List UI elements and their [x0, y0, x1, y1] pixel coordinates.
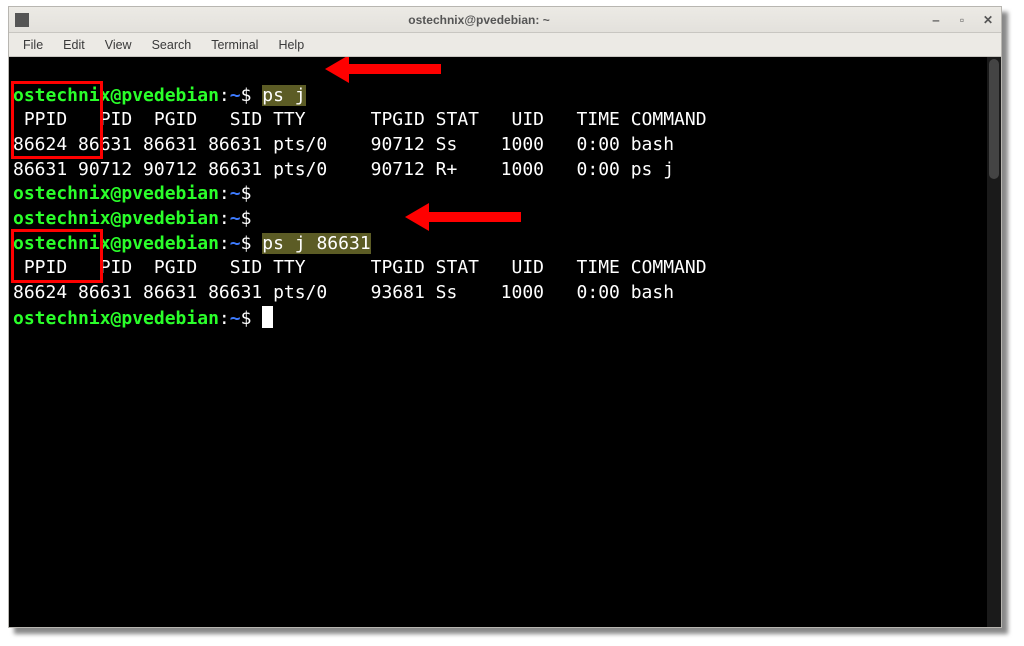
command-ps-j: ps j: [262, 85, 305, 106]
prompt-path: ~: [230, 183, 241, 204]
prompt-dollar: $: [241, 233, 252, 254]
menu-help[interactable]: Help: [268, 36, 314, 54]
close-button[interactable]: ✕: [975, 10, 1001, 30]
prompt-dollar: $: [241, 183, 252, 204]
scrollbar-thumb[interactable]: [989, 59, 999, 179]
menubar: File Edit View Search Terminal Help: [9, 33, 1001, 57]
command-ps-j-pid: ps j 86631: [262, 233, 370, 254]
prompt-dollar: $: [241, 308, 252, 329]
annotation-arrow-2: [405, 203, 521, 231]
arrow-head-icon: [325, 57, 349, 83]
table-row: 86631 90712 90712 86631 pts/0 90712 R+ 1…: [13, 159, 674, 180]
prompt-dollar: $: [241, 208, 252, 229]
prompt-line-4: ostechnix@pvedebian:~$ ps j 86631: [13, 233, 371, 254]
prompt-line-2: ostechnix@pvedebian:~$: [13, 183, 251, 204]
menu-terminal[interactable]: Terminal: [201, 36, 268, 54]
table-header-2: PPID PID PGID SID TTY TPGID STAT UID TIM…: [13, 257, 707, 278]
maximize-button[interactable]: ▫: [949, 10, 975, 30]
prompt-path: ~: [230, 208, 241, 229]
window-title: ostechnix@pvedebian: ~: [35, 13, 923, 27]
terminal-body[interactable]: ostechnix@pvedebian:~$ ps j PPID PID PGI…: [9, 57, 1001, 627]
prompt-line-3: ostechnix@pvedebian:~$: [13, 208, 251, 229]
prompt-line-5: ostechnix@pvedebian:~$: [13, 308, 273, 329]
arrow-stem: [349, 64, 441, 74]
terminal-icon: [15, 13, 29, 27]
menu-edit[interactable]: Edit: [53, 36, 95, 54]
titlebar[interactable]: ostechnix@pvedebian: ~ ‒ ▫ ✕: [9, 7, 1001, 33]
prompt-path: ~: [230, 233, 241, 254]
menu-view[interactable]: View: [95, 36, 142, 54]
prompt-sep: :: [219, 208, 230, 229]
prompt-sep: :: [219, 233, 230, 254]
prompt-sep: :: [219, 308, 230, 329]
prompt-user: ostechnix@pvedebian: [13, 208, 219, 229]
cursor: [262, 306, 273, 328]
menu-file[interactable]: File: [13, 36, 53, 54]
prompt-user: ostechnix@pvedebian: [13, 233, 219, 254]
scrollbar[interactable]: [987, 57, 1001, 627]
prompt-sep: :: [219, 183, 230, 204]
arrow-stem: [429, 212, 521, 222]
prompt-user: ostechnix@pvedebian: [13, 308, 219, 329]
prompt-path: ~: [230, 308, 241, 329]
table-row: 86624 86631 86631 86631 pts/0 90712 Ss 1…: [13, 134, 674, 155]
annotation-arrow-1: [325, 57, 441, 83]
table-row: 86624 86631 86631 86631 pts/0 93681 Ss 1…: [13, 282, 674, 303]
prompt-user: ostechnix@pvedebian: [13, 183, 219, 204]
menu-search[interactable]: Search: [142, 36, 202, 54]
prompt-sep: :: [219, 85, 230, 106]
prompt-line-1: ostechnix@pvedebian:~$ ps j: [13, 85, 306, 106]
table-header-1: PPID PID PGID SID TTY TPGID STAT UID TIM…: [13, 109, 707, 130]
terminal-window: ostechnix@pvedebian: ~ ‒ ▫ ✕ File Edit V…: [8, 6, 1002, 628]
minimize-button[interactable]: ‒: [923, 10, 949, 30]
prompt-dollar: $: [241, 85, 252, 106]
prompt-user: ostechnix@pvedebian: [13, 85, 219, 106]
arrow-head-icon: [405, 203, 429, 231]
prompt-path: ~: [230, 85, 241, 106]
